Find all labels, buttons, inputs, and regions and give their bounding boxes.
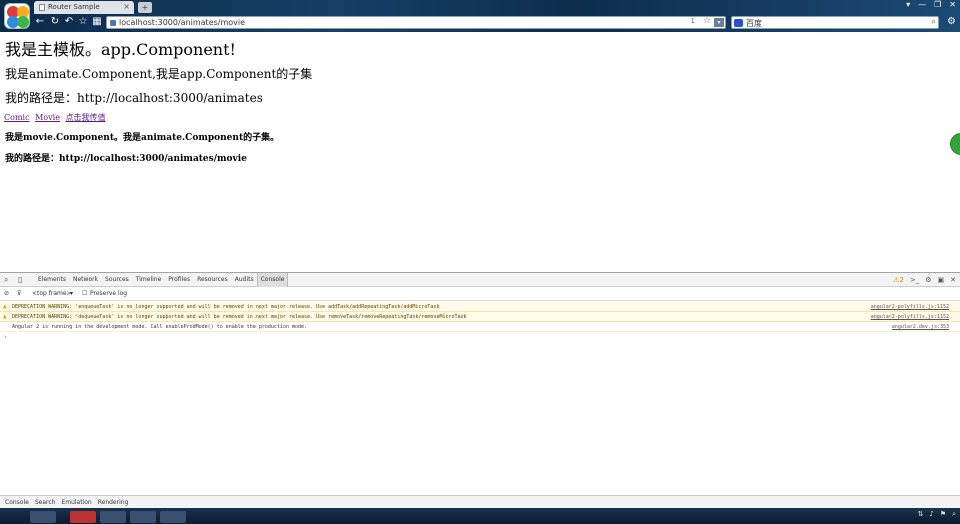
console-output: ▲ DEPRECATION WARNING: 'enqueueTask' is … <box>0 302 960 341</box>
new-tab-button[interactable]: + <box>138 2 152 13</box>
frame-selector[interactable]: <top frame> <box>32 290 72 297</box>
log-source-link[interactable]: angular2-polyfills.js:1152 <box>871 302 949 311</box>
taskbar-app-icon[interactable] <box>100 511 126 523</box>
warning-icon: ▲ <box>3 303 7 310</box>
search-engine-name: 百度 <box>746 19 762 28</box>
page-icon <box>39 4 45 11</box>
log-source-link[interactable]: angular2.dev.js:353 <box>892 322 949 331</box>
warning-count-badge[interactable]: ⚠2 <box>893 276 904 284</box>
console-log-row: Angular 2 is running in the development … <box>0 322 960 332</box>
devtools-tabs: Elements Network Sources Timeline Profil… <box>34 273 289 287</box>
side-float-button[interactable] <box>950 133 960 155</box>
log-message: DEPRECATION WARNING: 'dequeueTask' is no… <box>12 314 467 320</box>
console-drawer-icon[interactable]: >_ <box>910 276 919 284</box>
device-mode-icon[interactable]: ▯ <box>18 275 22 284</box>
devtools-toolbar: ⌕ ▯ Elements Network Sources Timeline Pr… <box>0 273 960 287</box>
animate-path-heading: 我的路径是：http://localhost:3000/animates <box>5 91 263 105</box>
tab-profiles[interactable]: Profiles <box>164 273 193 287</box>
movie-link[interactable]: Movie <box>35 113 60 122</box>
browser-chrome: Router Sample × + ▾ — ❐ ✕ ← ↻ ↶ ☆ ▦ loca… <box>0 0 960 32</box>
settings-gear-icon[interactable]: ⚙ <box>925 276 931 284</box>
inspect-icon[interactable]: ⌕ <box>4 275 8 285</box>
console-prompt[interactable]: › <box>4 333 7 341</box>
tab-title: Router Sample <box>48 3 100 11</box>
omnibox-number: 1 <box>690 17 695 25</box>
log-source-link[interactable]: angular2-polyfills.js:1152 <box>871 312 949 321</box>
drawer-tabs: Console Search Emulation Rendering <box>0 495 960 509</box>
console-log-row: ▲ DEPRECATION WARNING: 'dequeueTask' is … <box>0 312 960 322</box>
console-log-row: ▲ DEPRECATION WARNING: 'enqueueTask' is … <box>0 302 960 312</box>
animate-component-heading: 我是animate.Component,我是app.Component的子集 <box>5 67 313 81</box>
tab-network[interactable]: Network <box>69 273 101 287</box>
apps-icon[interactable]: ▦ <box>91 16 103 28</box>
window-menu-icon[interactable]: ▾ <box>906 0 910 9</box>
frame-selector-arrow-icon[interactable]: ▾ <box>70 290 73 297</box>
tray-search-icon[interactable]: ⌕ <box>952 510 956 519</box>
star-icon[interactable]: ☆ <box>77 16 89 28</box>
tab-close-icon[interactable]: × <box>123 2 130 11</box>
pass-value-link[interactable]: 点击我传值 <box>65 113 105 122</box>
taskbar-app-icon[interactable] <box>70 511 96 523</box>
preserve-log-label: Preserve log <box>90 290 128 297</box>
taskbar-app-icon[interactable] <box>30 511 56 523</box>
nav-links: Comic Movie 点击我传值 <box>4 112 108 123</box>
tab-elements[interactable]: Elements <box>34 273 69 287</box>
devtools-panel: ⌕ ▯ Elements Network Sources Timeline Pr… <box>0 272 960 509</box>
address-dropdown-icon[interactable]: ▾ <box>714 18 724 27</box>
window-controls: ▾ — ❐ ✕ <box>906 0 956 9</box>
tab-timeline[interactable]: Timeline <box>132 273 165 287</box>
browser-tab[interactable]: Router Sample × <box>34 1 134 14</box>
system-tray: ⇅ ♪ ⚑ ⌕ <box>917 510 956 519</box>
log-message: DEPRECATION WARNING: 'enqueueTask' is no… <box>12 304 440 310</box>
reload-icon[interactable]: ↻ <box>49 16 61 28</box>
warning-count: 2 <box>899 276 904 284</box>
preserve-log-checkbox[interactable]: ☐ <box>82 290 87 297</box>
close-devtools-icon[interactable]: ✕ <box>950 276 956 284</box>
os-taskbar: ⇅ ♪ ⚑ ⌕ <box>0 508 960 524</box>
tab-console[interactable]: Console <box>256 273 289 287</box>
back-icon[interactable]: ← <box>34 16 46 28</box>
tab-resources[interactable]: Resources <box>193 273 231 287</box>
browser-logo-icon[interactable] <box>4 3 30 29</box>
devtools-right-controls: ⚠2 >_ ⚙ ▣ ✕ <box>893 273 956 287</box>
console-filter-bar: ⊘ ⊽ <top frame> ▾ ☐ Preserve log <box>0 288 960 301</box>
tab-sources[interactable]: Sources <box>101 273 132 287</box>
page-info-icon <box>110 20 116 26</box>
tray-volume-icon[interactable]: ♪ <box>929 510 933 519</box>
taskbar-app-icon[interactable] <box>130 511 156 523</box>
log-message: Angular 2 is running in the development … <box>12 324 308 330</box>
search-icon[interactable]: ⌕ <box>932 17 936 27</box>
page-content: 我是主模板。app.Component! 我是animate.Component… <box>0 32 960 272</box>
address-bar[interactable]: localhost:3000/animates/movie 1 ☆ ▾ <box>106 16 726 29</box>
tab-audits[interactable]: Audits <box>231 273 257 287</box>
dock-icon[interactable]: ▣ <box>938 276 945 284</box>
filter-icon[interactable]: ⊽ <box>17 290 21 297</box>
close-window-icon[interactable]: ✕ <box>949 0 956 9</box>
comic-link[interactable]: Comic <box>4 113 30 122</box>
minimize-icon[interactable]: — <box>918 0 926 9</box>
search-engine-icon <box>734 19 743 27</box>
tray-network-icon[interactable]: ⇅ <box>917 510 923 519</box>
bookmark-star-icon[interactable]: ☆ <box>703 16 711 26</box>
warning-icon: ▲ <box>3 313 7 320</box>
movie-component-heading: 我是movie.Component。我是animate.Component的子集… <box>5 133 280 143</box>
maximize-icon[interactable]: ❐ <box>934 0 941 9</box>
undo-icon[interactable]: ↶ <box>63 16 75 28</box>
address-url: localhost:3000/animates/movie <box>119 18 246 27</box>
taskbar-app-icon[interactable] <box>160 511 186 523</box>
main-template-heading: 我是主模板。app.Component! <box>5 40 236 59</box>
movie-path-heading: 我的路径是：http://localhost:3000/animates/mov… <box>5 154 247 164</box>
tray-flag-icon[interactable]: ⚑ <box>940 510 946 519</box>
clear-console-icon[interactable]: ⊘ <box>4 290 9 297</box>
search-box[interactable]: 百度 ⌕ <box>731 16 939 29</box>
wrench-icon[interactable]: ⚙ <box>947 16 956 27</box>
